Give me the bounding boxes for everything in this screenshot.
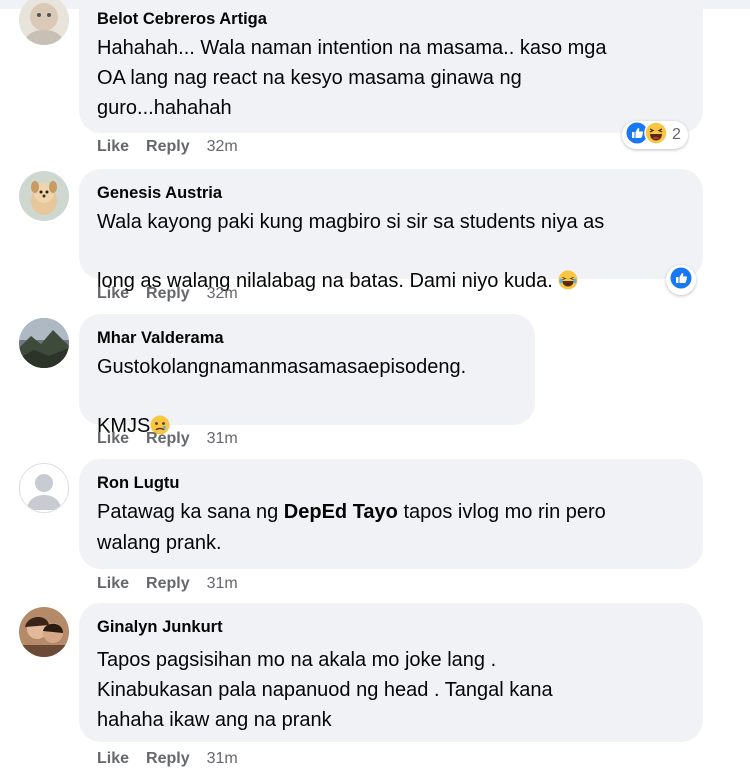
comment-text-line: Hahahah... Wala naman intention na masam… (97, 37, 607, 59)
comment-bubble: Ginalyn Junkurt Tapos pagsisihan mo na a… (79, 603, 703, 742)
comment-text-line: OA lang nag react na kesyo masama ginawa… (97, 67, 522, 89)
comment-text-line: Kinabukasan pala napanuod ng head . Tang… (97, 679, 553, 701)
comment-text-line: Tapos pagsisihan mo na akala mo joke lan… (97, 649, 497, 671)
comment-text-line: Wala kayong paki kung magbiro si sir sa … (97, 211, 605, 233)
like-button[interactable]: Like (97, 575, 129, 592)
comment-actions: Like Reply 32m (97, 138, 238, 156)
timestamp[interactable]: 31m (207, 750, 238, 767)
timestamp[interactable]: 32m (207, 138, 238, 155)
comment-text-line: Patawag ka sana ng DepEd Tayo tapos ivlo… (97, 497, 606, 527)
comment-author[interactable]: Ginalyn Junkurt (97, 618, 223, 637)
comment-actions: Like Reply 32m (97, 285, 238, 303)
timestamp[interactable]: 31m (207, 430, 238, 447)
comment-bubble: Ron Lugtu Patawag ka sana ng DepEd Tayo … (79, 459, 703, 569)
comment-bubble: Belot Cebreros Artiga Hahahah... Wala na… (79, 0, 703, 133)
haha-icon (644, 120, 668, 150)
timestamp[interactable]: 31m (207, 575, 238, 592)
reaction-summary[interactable] (666, 265, 696, 295)
like-icon (670, 267, 692, 294)
reply-button[interactable]: Reply (146, 430, 190, 447)
like-button[interactable]: Like (97, 138, 129, 155)
reaction-count: 2 (672, 126, 681, 143)
comment-actions: Like Reply 31m (97, 575, 238, 593)
avatar[interactable] (19, 607, 69, 657)
comment-text-line: walang prank. (97, 532, 222, 554)
comment-actions: Like Reply 31m (97, 750, 238, 768)
avatar[interactable] (19, 171, 69, 221)
comment-text: Patawag ka sana ng (97, 501, 284, 523)
comment-bubble: Mhar Valderama Gustokolangnamanmasamasae… (79, 314, 535, 437)
comment-author[interactable]: Genesis Austria (97, 184, 222, 203)
comment-text-line: Gustokolangnamanmasamasaepisodeng. (97, 356, 467, 378)
like-button[interactable]: Like (97, 750, 129, 767)
reaction-summary[interactable]: 2 (622, 120, 688, 150)
comment-actions: Like Reply 31m (97, 430, 238, 448)
comment-bubble: Genesis Austria Wala kayong paki kung ma… (79, 169, 703, 292)
mentioned-page-link[interactable]: DepEd Tayo (284, 501, 398, 523)
reply-button[interactable]: Reply (146, 285, 190, 302)
comment-text-line: hahaha ikaw ang na prank (97, 709, 332, 731)
comment-text: tapos ivlog mo rin pero (397, 501, 606, 523)
comment-author[interactable]: Belot Cebreros Artiga (97, 10, 267, 29)
comment-text-line: guro...hahahah (97, 97, 232, 119)
avatar[interactable] (19, 318, 69, 368)
laughing-tears-icon (558, 239, 578, 299)
comment-author[interactable]: Ron Lugtu (97, 474, 179, 493)
timestamp[interactable]: 32m (207, 285, 238, 302)
like-button[interactable]: Like (97, 285, 129, 302)
reply-button[interactable]: Reply (146, 138, 190, 155)
reply-button[interactable]: Reply (146, 750, 190, 767)
like-button[interactable]: Like (97, 430, 129, 447)
avatar[interactable] (19, 463, 69, 513)
comment-author[interactable]: Mhar Valderama (97, 329, 224, 348)
reply-button[interactable]: Reply (146, 575, 190, 592)
avatar[interactable] (19, 0, 69, 45)
